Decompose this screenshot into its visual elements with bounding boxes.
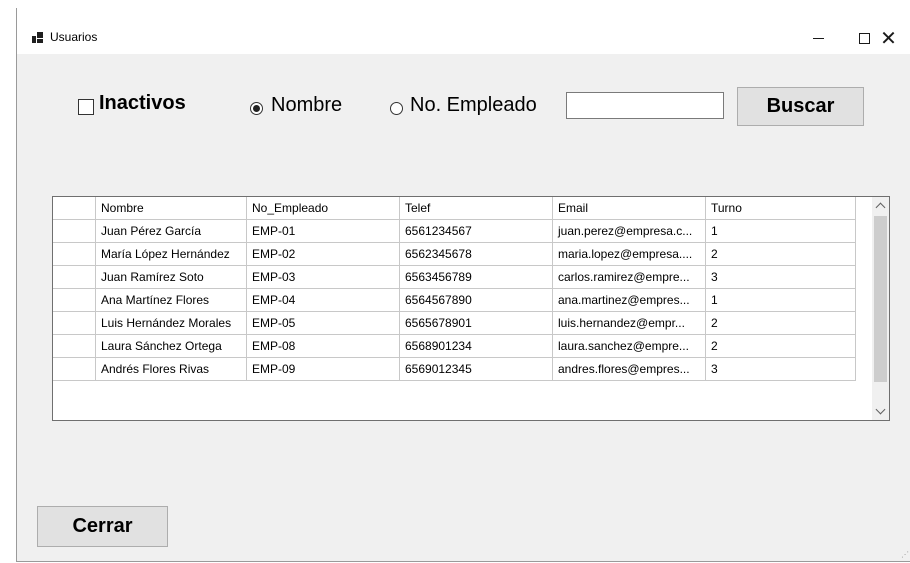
close-icon: ✕	[880, 26, 897, 50]
cell-email[interactable]: laura.sanchez@empre...	[553, 335, 706, 358]
row-header[interactable]	[53, 243, 96, 266]
column-header-no-empleado[interactable]: No_Empleado	[247, 197, 400, 220]
grid-body: Nombre No_Empleado Telef Email Turno Jua…	[53, 197, 871, 381]
cell-no-empleado[interactable]: EMP-03	[247, 266, 400, 289]
cell-turno[interactable]: 3	[706, 358, 856, 381]
scroll-thumb[interactable]	[874, 216, 887, 382]
chevron-down-icon	[875, 404, 886, 415]
buscar-button[interactable]: Buscar	[737, 87, 864, 126]
no-empleado-radio[interactable]	[390, 102, 403, 115]
cell-no-empleado[interactable]: EMP-05	[247, 312, 400, 335]
cell-no-empleado[interactable]: EMP-08	[247, 335, 400, 358]
row-header[interactable]	[53, 220, 96, 243]
cell-nombre[interactable]: Luis Hernández Morales	[96, 312, 247, 335]
cell-turno[interactable]: 3	[706, 266, 856, 289]
row-header[interactable]	[53, 335, 96, 358]
cell-telef[interactable]: 6563456789	[400, 266, 553, 289]
cell-turno[interactable]: 2	[706, 312, 856, 335]
cell-nombre[interactable]: Andrés Flores Rivas	[96, 358, 247, 381]
inactivos-checkbox[interactable]	[78, 99, 94, 115]
vertical-scrollbar[interactable]	[872, 197, 889, 420]
table-row[interactable]: María López Hernández EMP-02 6562345678 …	[53, 243, 871, 266]
column-header-nombre[interactable]: Nombre	[96, 197, 247, 220]
cell-email[interactable]: andres.flores@empres...	[553, 358, 706, 381]
cell-telef[interactable]: 6564567890	[400, 289, 553, 312]
minimize-icon	[812, 37, 824, 39]
close-window-button[interactable]: ✕	[866, 22, 910, 54]
grid-header-row: Nombre No_Empleado Telef Email Turno	[53, 197, 871, 220]
inactivos-label[interactable]: Inactivos	[99, 92, 186, 115]
table-row[interactable]: Laura Sánchez Ortega EMP-08 6568901234 l…	[53, 335, 871, 358]
resize-grip-icon[interactable]: ⋰	[901, 551, 909, 559]
cell-no-empleado[interactable]: EMP-04	[247, 289, 400, 312]
cell-nombre[interactable]: Laura Sánchez Ortega	[96, 335, 247, 358]
cell-telef[interactable]: 6561234567	[400, 220, 553, 243]
usuarios-window: Usuarios ✕ Inactivos Nombre No. Empleado…	[16, 8, 910, 562]
no-empleado-radio-label[interactable]: No. Empleado	[410, 94, 537, 117]
row-header[interactable]	[53, 289, 96, 312]
cell-nombre[interactable]: Juan Ramírez Soto	[96, 266, 247, 289]
cell-nombre[interactable]: Juan Pérez García	[96, 220, 247, 243]
table-row[interactable]: Ana Martínez Flores EMP-04 6564567890 an…	[53, 289, 871, 312]
cerrar-button[interactable]: Cerrar	[37, 506, 168, 547]
cell-no-empleado[interactable]: EMP-09	[247, 358, 400, 381]
users-grid[interactable]: Nombre No_Empleado Telef Email Turno Jua…	[52, 196, 890, 421]
cell-email[interactable]: ana.martinez@empres...	[553, 289, 706, 312]
chevron-up-icon	[875, 202, 886, 213]
cell-email[interactable]: juan.perez@empresa.c...	[553, 220, 706, 243]
nombre-radio-label[interactable]: Nombre	[271, 94, 342, 117]
cell-email[interactable]: maria.lopez@empresa....	[553, 243, 706, 266]
cell-turno[interactable]: 1	[706, 220, 856, 243]
cell-email[interactable]: luis.hernandez@empr...	[553, 312, 706, 335]
column-header-email[interactable]: Email	[553, 197, 706, 220]
title-bar[interactable]: Usuarios ✕	[17, 8, 910, 54]
cell-email[interactable]: carlos.ramirez@empre...	[553, 266, 706, 289]
nombre-radio[interactable]	[250, 102, 263, 115]
cell-nombre[interactable]: María López Hernández	[96, 243, 247, 266]
column-header-telef[interactable]: Telef	[400, 197, 553, 220]
row-header[interactable]	[53, 266, 96, 289]
search-input[interactable]	[566, 92, 724, 119]
cell-telef[interactable]: 6565678901	[400, 312, 553, 335]
column-header-turno[interactable]: Turno	[706, 197, 856, 220]
cell-nombre[interactable]: Ana Martínez Flores	[96, 289, 247, 312]
row-header[interactable]	[53, 358, 96, 381]
cell-turno[interactable]: 2	[706, 335, 856, 358]
window-title: Usuarios	[50, 30, 98, 44]
cell-turno[interactable]: 1	[706, 289, 856, 312]
cell-no-empleado[interactable]: EMP-02	[247, 243, 400, 266]
row-header[interactable]	[53, 312, 96, 335]
cell-telef[interactable]: 6569012345	[400, 358, 553, 381]
table-row[interactable]: Juan Pérez García EMP-01 6561234567 juan…	[53, 220, 871, 243]
cell-turno[interactable]: 2	[706, 243, 856, 266]
cell-telef[interactable]: 6568901234	[400, 335, 553, 358]
table-row[interactable]: Luis Hernández Morales EMP-05 6565678901…	[53, 312, 871, 335]
cell-telef[interactable]: 6562345678	[400, 243, 553, 266]
row-header-corner[interactable]	[53, 197, 96, 220]
table-row[interactable]: Juan Ramírez Soto EMP-03 6563456789 carl…	[53, 266, 871, 289]
scroll-up-button[interactable]	[872, 197, 889, 214]
table-row[interactable]: Andrés Flores Rivas EMP-09 6569012345 an…	[53, 358, 871, 381]
cell-no-empleado[interactable]: EMP-01	[247, 220, 400, 243]
minimize-button[interactable]	[795, 22, 841, 54]
app-icon	[32, 32, 43, 43]
scroll-down-button[interactable]	[872, 403, 889, 420]
